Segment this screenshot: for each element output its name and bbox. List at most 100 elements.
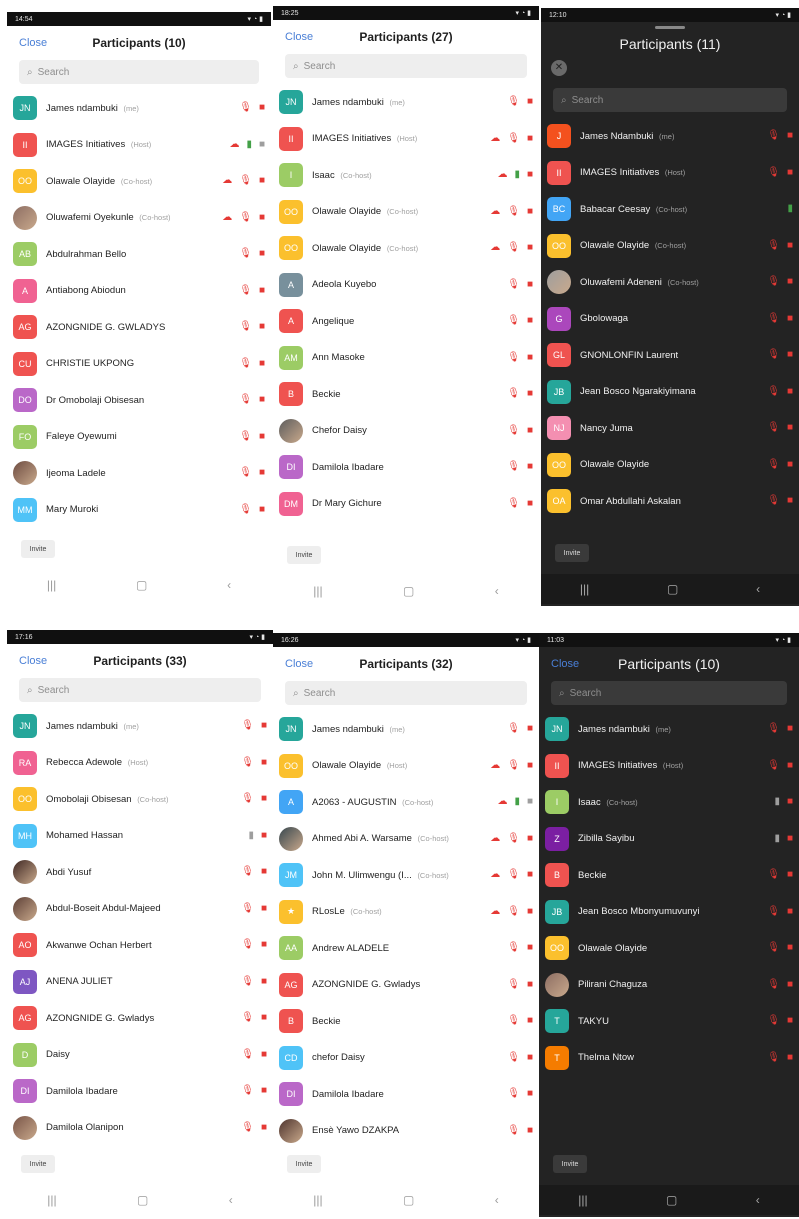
video-off-icon[interactable]: ■ [527,906,533,917]
home-icon[interactable]: ▢ [403,1193,414,1207]
participant-row[interactable]: OO Olawale Olayide (Host) ☁ 🎙 ■ [273,748,539,785]
cloud-recording-icon[interactable]: ☁ [222,176,232,186]
recents-icon[interactable]: ||| [578,1193,587,1207]
mic-active-icon[interactable]: ▮ [787,204,793,214]
mic-muted-icon[interactable]: 🎙 [241,940,254,950]
video-off-icon[interactable]: ■ [259,358,265,369]
video-off-icon[interactable]: ■ [787,459,793,470]
participant-row[interactable]: OO Omobolaji Obisesan (Co-host) 🎙 ■ [7,781,273,818]
mic-muted-icon[interactable]: 🎙 [239,249,252,259]
participant-row[interactable]: AM Ann Masoke 🎙 ■ [273,340,539,377]
participant-row[interactable]: Abdi Yusuf 🎙 ■ [7,854,273,891]
participant-row[interactable]: JB Jean Bosco Mbonyumuvunyi 🎙 ■ [539,894,799,931]
participant-row[interactable]: G Gbolowaga 🎙 ■ [541,301,799,338]
mic-muted-icon[interactable]: 🎙 [767,870,780,880]
video-off-icon[interactable]: ■ [527,316,533,326]
mic-muted-icon[interactable]: 🎙 [507,833,520,844]
video-off-icon[interactable]: ■ [527,462,533,472]
video-off-icon[interactable]: ■ [527,870,533,880]
participant-row[interactable]: B Beckie 🎙 ■ [273,376,539,413]
mic-muted-icon[interactable]: 🎙 [241,1086,254,1096]
video-off-icon[interactable]: ■ [261,721,267,731]
video-off-icon[interactable]: ■ [261,1049,267,1060]
video-off-icon[interactable]: ■ [787,906,793,917]
mic-muted-icon[interactable]: 🎙 [241,903,254,914]
participant-row[interactable]: CU CHRISTIE UKPONG 🎙 ■ [7,346,271,383]
mic-muted-icon[interactable]: 🎙 [767,1052,780,1063]
video-off-icon[interactable]: ■ [261,867,267,877]
video-off-icon[interactable]: ■ [261,830,267,841]
video-off-icon[interactable]: ■ [787,386,793,397]
mic-muted-icon[interactable]: 🎙 [507,133,520,144]
video-off-icon[interactable]: ■ [787,943,793,953]
participant-row[interactable]: DI Damilola Ibadare 🎙 ■ [7,1073,273,1110]
participant-row[interactable]: II IMAGES Initiatives (Host) ☁ ▮ ■ [7,127,271,164]
back-icon[interactable]: ‹ [495,584,499,598]
mic-active-icon[interactable]: ▮ [514,170,520,180]
back-icon[interactable]: ‹ [495,1193,499,1207]
invite-button[interactable]: Invite [21,540,55,558]
participant-row[interactable]: J James Ndambuki (me) 🎙 ■ [541,118,799,155]
mic-muted-icon[interactable]: 🎙 [507,943,520,953]
mic-muted-icon[interactable]: 🎙 [507,352,520,363]
mic-muted-icon[interactable]: 🎙 [767,167,780,178]
video-off-icon[interactable]: ■ [527,979,533,990]
cloud-recording-icon[interactable]: ☁ [497,797,507,807]
mic-muted-icon[interactable]: 🎙 [507,1016,520,1026]
participant-row[interactable]: GL GNONLONFIN Laurent 🎙 ■ [541,337,799,374]
video-off-icon[interactable]: ■ [787,167,793,178]
recents-icon[interactable]: ||| [313,584,322,598]
video-off-icon[interactable]: ■ [261,794,267,804]
cloud-recording-icon[interactable]: ☁ [490,206,500,217]
video-off-icon[interactable]: ■ [527,133,533,144]
close-button[interactable]: Close [285,31,313,43]
cloud-recording-icon[interactable]: ☁ [222,212,232,223]
cloud-recording-icon[interactable]: ☁ [490,760,500,771]
participant-row[interactable]: AG AZONGNIDE G. Gwladys 🎙 ■ [7,1000,273,1037]
mic-muted-icon[interactable]: 🎙 [241,721,254,731]
mic-muted-icon[interactable]: 🎙 [239,285,252,296]
participant-row[interactable]: Ijeoma Ladele 🎙 ■ [7,455,271,492]
mic-muted-icon[interactable]: 🎙 [239,504,252,515]
video-off-icon[interactable]: ■ [787,423,793,433]
video-off-icon[interactable]: ■ [261,757,267,768]
video-off-icon[interactable]: ■ [259,468,265,478]
video-off-icon[interactable]: ■ [787,313,793,324]
cloud-recording-icon[interactable]: ☁ [490,243,500,253]
mic-muted-icon[interactable]: 🎙 [239,431,252,442]
video-off-icon[interactable]: ■ [787,870,793,880]
video-off-icon[interactable]: ■ [787,1052,793,1063]
video-off-icon[interactable]: ■ [259,103,265,113]
mic-muted-icon[interactable]: 🎙 [767,979,780,990]
video-off-icon[interactable]: ■ [787,979,793,990]
cloud-recording-icon[interactable]: ☁ [490,906,500,917]
participant-row[interactable]: A Adeola Kuyebo 🎙 ■ [273,267,539,304]
invite-button[interactable]: Invite [287,546,321,564]
video-off-icon[interactable]: ■ [527,1052,533,1063]
video-off-icon[interactable]: ■ [261,1122,267,1133]
video-off-icon[interactable]: ■ [787,350,793,360]
recents-icon[interactable]: ||| [580,582,589,596]
mic-muted-icon[interactable]: 🎙 [507,870,520,880]
mic-muted-icon[interactable]: 🎙 [241,1013,254,1023]
participant-row[interactable]: OO Olawale Olayide 🎙 ■ [541,447,799,484]
back-icon[interactable]: ‹ [756,1193,760,1207]
mic-muted-icon[interactable]: 🎙 [507,425,520,436]
video-off-icon[interactable]: ■ [259,212,265,223]
video-off-icon[interactable]: ■ [259,176,265,186]
participant-row[interactable]: AJ ANENA JULIET 🎙 ■ [7,964,273,1001]
mic-muted-icon[interactable]: 🎙 [241,757,254,768]
video-off-icon[interactable]: ■ [787,833,793,844]
mic-muted-icon[interactable]: 🎙 [239,322,252,332]
cloud-recording-icon[interactable]: ☁ [490,833,500,844]
participant-row[interactable]: AB Abdulrahman Bello 🎙 ■ [7,236,271,273]
recents-icon[interactable]: ||| [47,578,56,592]
mic-muted-icon[interactable]: 🎙 [241,794,254,804]
video-off-icon[interactable]: ■ [261,903,267,914]
home-icon[interactable]: ▢ [137,1193,148,1207]
mic-muted-icon[interactable]: 🎙 [239,468,252,478]
video-off-icon[interactable]: ■ [259,322,265,332]
participant-row[interactable]: JN James ndambuki (me) 🎙 ■ [273,84,539,121]
participant-row[interactable]: JB Jean Bosco Ngarakiyimana 🎙 ■ [541,374,799,411]
mic-muted-icon[interactable]: 🎙 [767,496,780,506]
